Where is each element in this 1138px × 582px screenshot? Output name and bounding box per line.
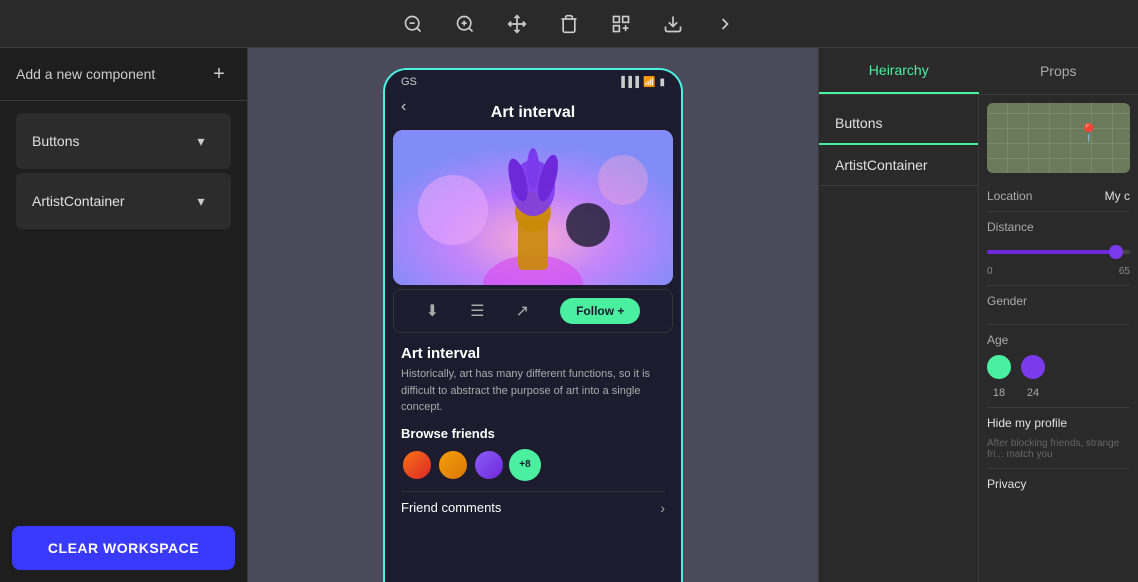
map-pin-icon: 📍 — [1078, 123, 1100, 144]
phone-action-bar: ⬇ ☰ ↗ Follow + — [393, 289, 673, 333]
phone-avatars-row: +8 — [401, 449, 665, 481]
friend-comments-arrow-icon: › — [660, 500, 665, 516]
slider-labels: 0 65 — [987, 266, 1130, 277]
hierarchy-item-artist[interactable]: ArtistContainer — [819, 145, 978, 186]
download-action-icon[interactable]: ⬇ — [426, 301, 439, 321]
main-content: Add a new component + Buttons ▾ ArtistCo… — [0, 48, 1138, 582]
avatar-more-count[interactable]: +8 — [509, 449, 541, 481]
follow-button[interactable]: Follow + — [560, 298, 640, 324]
delete-icon[interactable] — [555, 10, 583, 38]
bookmark-action-icon[interactable]: ☰ — [470, 301, 484, 321]
tab-hierarchy[interactable]: Heirarchy — [819, 48, 979, 94]
phone-content: Art interval Historically, art has many … — [385, 337, 681, 524]
component-item-artist[interactable]: ArtistContainer ▾ — [16, 173, 231, 229]
sidebar-title: Add a new component — [16, 66, 155, 82]
hierarchy-item-buttons[interactable]: Buttons — [819, 103, 978, 145]
slider-thumb[interactable] — [1109, 245, 1123, 259]
distance-label: Distance — [987, 220, 1130, 234]
privacy-row[interactable]: Privacy — [987, 469, 1130, 499]
wifi-icon: 📶 — [643, 77, 655, 88]
left-sidebar: Add a new component + Buttons ▾ ArtistCo… — [0, 48, 248, 582]
right-panel-tabs: Heirarchy Props — [819, 48, 1138, 95]
slider-min-label: 0 — [987, 266, 993, 277]
buttons-chevron[interactable]: ▾ — [187, 127, 215, 155]
map-grid — [987, 103, 1130, 173]
right-panel: Heirarchy Props Buttons ArtistContainer … — [818, 48, 1138, 582]
age-dot-18[interactable] — [987, 355, 1011, 379]
zoom-out-icon[interactable] — [399, 10, 427, 38]
clear-workspace-button[interactable]: CLEAR WORKSPACE — [12, 526, 235, 570]
move-icon[interactable] — [503, 10, 531, 38]
gender-label: Gender — [987, 294, 1130, 308]
props-panel: 📍 Location My c Distance — [979, 95, 1138, 582]
chevron-right-icon[interactable] — [711, 10, 739, 38]
hide-profile-label: Hide my profile — [987, 416, 1067, 430]
phone-back-arrow-icon[interactable]: ‹ — [401, 98, 406, 116]
download-icon[interactable] — [659, 10, 687, 38]
phone-mockup: GS ▐▐▐ 📶 ▮ ‹ Art interval — [383, 68, 683, 582]
location-value: My c — [1105, 189, 1130, 203]
age-value-24: 24 — [1021, 387, 1045, 399]
age-value-18: 18 — [987, 387, 1011, 399]
slider-fill — [987, 250, 1116, 254]
canvas-area: ‹ GS ▐▐▐ 📶 ▮ ‹ Art interval — [248, 48, 818, 582]
hide-profile-description: After blocking friends, strange fri... m… — [987, 438, 1130, 469]
phone-art-description: Historically, art has many different fun… — [401, 366, 665, 416]
sidebar-footer: CLEAR WORKSPACE — [0, 514, 247, 582]
right-panel-content: Buttons ArtistContainer 📍 Location My c … — [819, 95, 1138, 582]
age-dot-labels: 18 24 — [987, 387, 1130, 399]
tab-props[interactable]: Props — [979, 48, 1138, 94]
phone-status-bar: GS ▐▐▐ 📶 ▮ — [385, 70, 681, 94]
location-prop-row: Location My c — [987, 181, 1130, 212]
phone-carrier: GS — [401, 76, 417, 88]
phone-friend-comments[interactable]: Friend comments › — [401, 491, 665, 516]
age-dots-row — [987, 355, 1130, 379]
avatar-2 — [437, 449, 469, 481]
slider-max-label: 65 — [1119, 266, 1130, 277]
toolbar-center — [399, 10, 739, 38]
phone-art-image — [393, 130, 673, 285]
battery-icon: ▮ — [659, 77, 665, 88]
phone-art-title: Art interval — [401, 345, 665, 362]
phone-status-icons: ▐▐▐ 📶 ▮ — [618, 77, 665, 88]
signal-icon: ▐▐▐ — [618, 77, 639, 88]
component-item-buttons[interactable]: Buttons ▾ — [16, 113, 231, 169]
age-label: Age — [987, 333, 1130, 347]
toolbar — [0, 0, 1138, 48]
add-component-button[interactable]: + — [207, 62, 231, 86]
map-preview: 📍 — [987, 103, 1130, 173]
age-section: Age 18 24 — [987, 325, 1130, 408]
hide-profile-row: Hide my profile — [987, 408, 1130, 438]
component-add-icon[interactable] — [607, 10, 635, 38]
zoom-in-icon[interactable] — [451, 10, 479, 38]
distance-slider[interactable] — [987, 242, 1130, 262]
share-action-icon[interactable]: ↗ — [516, 301, 529, 321]
hierarchy-list: Buttons ArtistContainer — [819, 95, 979, 582]
location-label: Location — [987, 189, 1032, 203]
avatar-1 — [401, 449, 433, 481]
gender-section: Gender — [987, 286, 1130, 325]
sidebar-header: Add a new component + — [0, 48, 247, 101]
age-dot-24[interactable] — [1021, 355, 1045, 379]
artist-chevron[interactable]: ▾ — [187, 187, 215, 215]
component-buttons-label: Buttons — [32, 133, 79, 149]
distance-section: Distance 0 65 — [987, 212, 1130, 286]
phone-friend-comments-label: Friend comments — [401, 500, 501, 515]
phone-app-title: Art interval — [385, 104, 681, 130]
phone-browse-title: Browse friends — [401, 426, 665, 441]
component-artist-label: ArtistContainer — [32, 193, 125, 209]
avatar-3 — [473, 449, 505, 481]
